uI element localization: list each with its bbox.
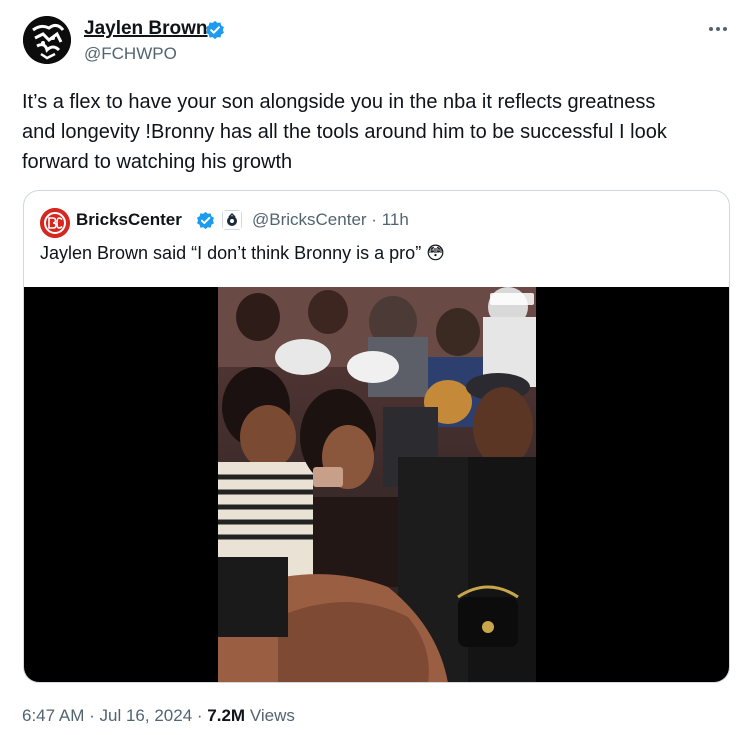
post-time[interactable]: 6:47 AM: [22, 706, 84, 725]
quoted-author-name[interactable]: BricksCenter: [76, 210, 182, 230]
quoted-tweet-text: Jaylen Brown said “I don’t think Bronny …: [40, 243, 445, 263]
author-handle[interactable]: @FCHWPO: [84, 44, 177, 64]
views-count: 7.2M: [207, 706, 246, 725]
views-label: Views: [249, 706, 295, 725]
affiliate-badge[interactable]: [222, 210, 242, 230]
quoted-video[interactable]: [24, 287, 729, 682]
more-options-button[interactable]: [707, 20, 729, 38]
verified-badge-icon[interactable]: [196, 211, 215, 230]
graffiti-logo-icon: [23, 16, 71, 64]
post-date[interactable]: Jul 16, 2024: [100, 706, 193, 725]
affiliate-logo-icon: [223, 211, 241, 229]
meta-separator: ·: [371, 210, 377, 229]
video-still-image: [218, 287, 536, 682]
quoted-tweet-card[interactable]: BricksCenter @BricksCenter · 11h Jaylen …: [23, 190, 730, 683]
tweet-text-line: and longevity !Bronny has all the tools …: [22, 121, 667, 143]
tweet-text-line: forward to watching his growth: [22, 151, 293, 173]
tweet-text: It’s a flex to have your son alongside y…: [22, 87, 737, 177]
tweet-meta-footer: 6:47 AM · Jul 16, 2024 · 7.2M Views: [22, 706, 295, 726]
verified-badge-icon[interactable]: [205, 20, 225, 40]
tweet-text-line: It’s a flex to have your son alongside y…: [22, 91, 656, 113]
quoted-meta: @BricksCenter · 11h: [252, 210, 409, 230]
meta-separator: ·: [89, 706, 95, 725]
brickscenter-logo-icon: [40, 208, 70, 238]
quoted-timestamp[interactable]: 11h: [382, 210, 409, 229]
meta-separator: ·: [196, 706, 203, 725]
more-dots-icon: [709, 27, 727, 31]
tweet-detail: Jaylen Brown @FCHWPO It’s a flex to have…: [0, 0, 751, 735]
quoted-author-handle[interactable]: @BricksCenter: [252, 210, 367, 229]
author-avatar[interactable]: [23, 16, 71, 64]
video-frame: [218, 287, 536, 682]
author-name[interactable]: Jaylen Brown: [84, 18, 208, 40]
quoted-author-avatar[interactable]: [40, 208, 70, 238]
